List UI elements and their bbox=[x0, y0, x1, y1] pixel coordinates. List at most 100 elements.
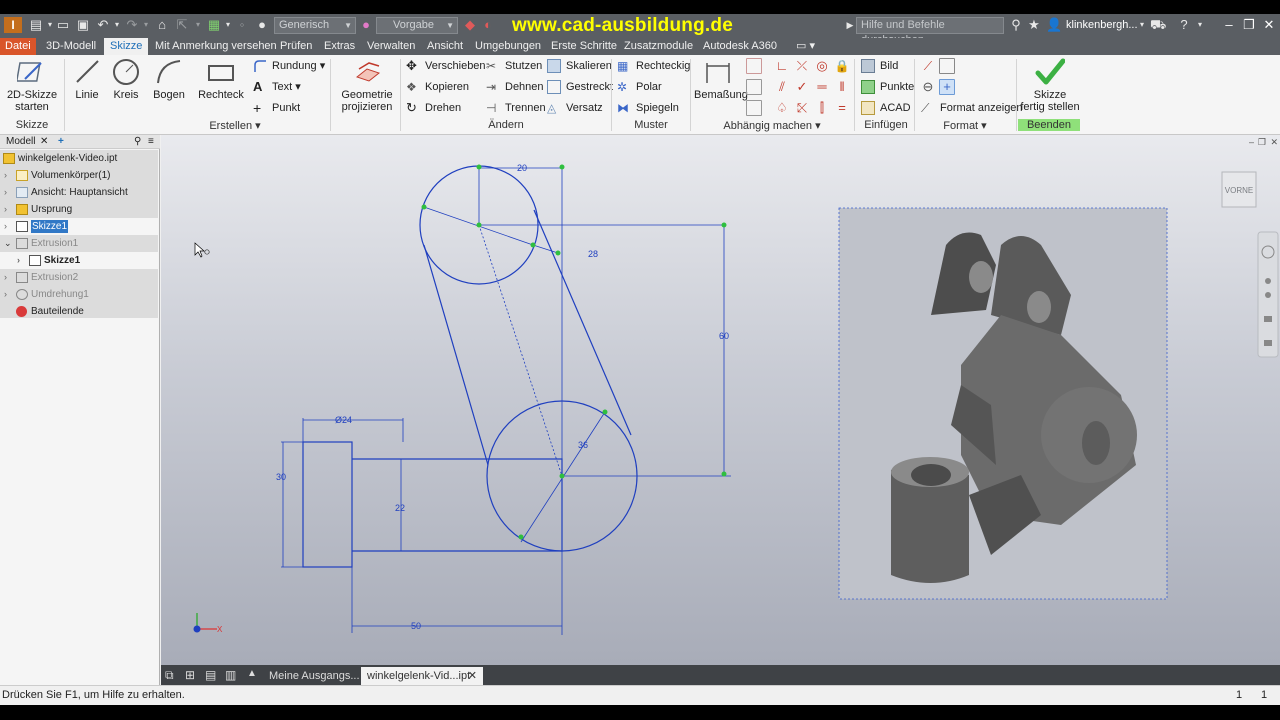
tab-datei[interactable]: Datei bbox=[0, 38, 36, 55]
material-combo[interactable]: Generisch ▼ bbox=[274, 17, 356, 34]
constraint-settings-icon[interactable] bbox=[746, 100, 762, 116]
measure-icon[interactable]: ◦ bbox=[234, 17, 250, 33]
dim-60[interactable]: 60 bbox=[719, 331, 729, 341]
fix-lock-icon[interactable]: 🔒 bbox=[834, 58, 850, 74]
tab-extras[interactable]: Extras bbox=[322, 38, 357, 55]
tab-ansicht[interactable]: Ansicht bbox=[425, 38, 465, 55]
graphics-viewport[interactable]: 20 28 60 36 Ø24 30 22 50 X VORNE – ❐ ✕ bbox=[161, 135, 1280, 665]
arrange-horizontal-icon[interactable]: ▤ bbox=[205, 668, 216, 682]
fillet-button[interactable]: Rundung ▾ bbox=[252, 57, 325, 75]
expand-chevron-icon[interactable]: › bbox=[4, 286, 7, 303]
driven-dimension-icon[interactable]: + bbox=[939, 79, 955, 95]
show-constraints-icon[interactable] bbox=[746, 79, 762, 95]
tree-item-revolve1[interactable]: › Umdrehung1 bbox=[0, 286, 158, 303]
point-button[interactable]: + Punkt bbox=[252, 99, 300, 117]
app-logo-icon[interactable]: I bbox=[4, 17, 22, 33]
center-point-icon[interactable]: ⊖ bbox=[920, 79, 936, 95]
dim-d24[interactable]: Ø24 bbox=[335, 415, 352, 425]
tree-item-extrusion2[interactable]: › Extrusion2 bbox=[0, 269, 158, 286]
expand-chevron-icon[interactable]: › bbox=[4, 201, 7, 218]
navigation-bar[interactable] bbox=[1257, 231, 1279, 358]
browser-menu-icon[interactable]: ≡ bbox=[148, 135, 154, 149]
help-dropdown-icon[interactable]: ▾ bbox=[1192, 17, 1208, 33]
text-button[interactable]: A Text ▾ bbox=[252, 78, 301, 96]
user-name[interactable]: klinkenbergh... bbox=[1066, 17, 1138, 34]
coincident-icon[interactable]: ⤫ bbox=[794, 58, 810, 74]
redo-dropdown-icon[interactable]: ▾ bbox=[138, 17, 154, 33]
construction-icon[interactable]: ⟋ bbox=[920, 58, 936, 74]
dim-50[interactable]: 50 bbox=[411, 621, 421, 631]
viewport-minimize-icon[interactable]: – bbox=[1249, 137, 1254, 147]
tree-item-origin[interactable]: › Ursprung bbox=[0, 201, 158, 218]
tree-item-solid[interactable]: › Volumenkörper(1) bbox=[0, 167, 158, 184]
rectangular-pattern-button[interactable]: ▦ Rechteckig bbox=[616, 57, 690, 75]
move-button[interactable]: ✥ Verschieben bbox=[405, 57, 486, 75]
collapse-chevron-icon[interactable]: ⌄ bbox=[4, 235, 12, 252]
viewport-restore-icon[interactable]: ❐ bbox=[1258, 137, 1266, 148]
viewcube[interactable]: VORNE bbox=[1221, 171, 1257, 208]
user-icon[interactable]: 👤 bbox=[1046, 17, 1062, 33]
material-icon[interactable]: ● bbox=[254, 17, 270, 33]
equal-icon[interactable]: = bbox=[834, 100, 850, 116]
dim-36[interactable]: 36 bbox=[578, 440, 588, 450]
arrange-vertical-icon[interactable]: ▥ bbox=[225, 668, 236, 682]
expand-chevron-icon[interactable]: › bbox=[4, 218, 7, 235]
save-icon[interactable]: ▣ bbox=[75, 17, 91, 33]
binoculars-icon[interactable]: ⚲ bbox=[1008, 17, 1024, 33]
appearance-combo[interactable]: Vorgabe ▼ bbox=[376, 17, 458, 34]
rotate-button[interactable]: ↻ Drehen bbox=[405, 99, 461, 117]
circle-button[interactable]: Kreis bbox=[110, 57, 142, 101]
tab-pruefen[interactable]: Prüfen bbox=[278, 38, 314, 55]
vertical-icon[interactable]: ‖ bbox=[834, 79, 850, 95]
adjust-icon[interactable]: ◐ bbox=[480, 17, 496, 33]
collinear-icon[interactable]: ⤪ bbox=[794, 100, 810, 116]
tab-autodesk-a360[interactable]: Autodesk A360 bbox=[701, 38, 779, 55]
finish-sketch-button[interactable]: Skizze fertig stellen bbox=[1020, 57, 1080, 113]
tree-item-sketch1-active[interactable]: › Skizze1 bbox=[0, 218, 158, 235]
tree-item-extrusion1[interactable]: ⌄ Extrusion1 bbox=[0, 235, 158, 252]
home-icon[interactable]: ⌂ bbox=[154, 17, 170, 33]
viewport-close-icon[interactable]: ✕ bbox=[1270, 137, 1278, 148]
split-button[interactable]: ⊣ Trennen bbox=[485, 99, 546, 117]
scale-button[interactable]: Skalieren bbox=[546, 57, 612, 75]
sketch-canvas[interactable]: 20 28 60 36 Ø24 30 22 50 X VORNE bbox=[161, 135, 1280, 665]
mirror-button[interactable]: ⧓ Spiegeln bbox=[616, 99, 679, 117]
expand-chevron-icon[interactable]: › bbox=[4, 269, 7, 286]
appearance-sphere-icon[interactable]: ● bbox=[358, 17, 374, 33]
rectangle-button[interactable]: Rechteck bbox=[198, 57, 244, 101]
browser-tab-close-icon[interactable]: ✕ bbox=[40, 135, 48, 149]
line-button[interactable]: Linie bbox=[70, 57, 104, 101]
auto-dimension-icon[interactable] bbox=[746, 58, 762, 74]
acad-insert-button[interactable]: ACAD bbox=[860, 99, 911, 117]
tree-item-part[interactable]: winkelgelenk-Video.ipt bbox=[0, 150, 158, 167]
tab-skizze[interactable]: Skizze bbox=[104, 38, 149, 55]
tangent-icon[interactable]: ✓ bbox=[794, 79, 810, 95]
smooth-icon[interactable]: ♤ bbox=[774, 100, 790, 116]
cart-icon[interactable]: ⛟ bbox=[1150, 17, 1166, 33]
show-format-button[interactable]: ⟋ Format anzeigen bbox=[920, 99, 1023, 117]
tree-item-sketch1-child[interactable]: › Skizze1 bbox=[0, 252, 158, 269]
group-label-abhaengig[interactable]: Abhängig machen ▾ bbox=[722, 119, 822, 132]
doc-tab-close-icon[interactable]: ✕ bbox=[468, 667, 477, 685]
cascade-windows-icon[interactable]: ⧉ bbox=[165, 668, 174, 683]
offset-button[interactable]: ◬ Versatz bbox=[546, 99, 603, 117]
stretch-button[interactable]: Gestreckt bbox=[546, 78, 613, 96]
group-label-format[interactable]: Format ▾ bbox=[930, 119, 1000, 132]
tab-list-up-icon[interactable]: ▲ bbox=[247, 668, 257, 679]
project-geometry-button[interactable]: Geometrie projizieren bbox=[338, 57, 396, 113]
expand-chevron-icon[interactable]: › bbox=[4, 167, 7, 184]
polar-pattern-button[interactable]: ✲ Polar bbox=[616, 78, 662, 96]
favorite-star-icon[interactable]: ★ bbox=[1026, 17, 1042, 33]
dim-20[interactable]: 20 bbox=[517, 163, 527, 173]
user-dropdown-icon[interactable]: ▾ bbox=[1134, 17, 1150, 33]
help-icon[interactable]: ? bbox=[1176, 17, 1192, 33]
expand-chevron-icon[interactable]: › bbox=[17, 252, 20, 269]
concentric-icon[interactable]: ◎ bbox=[814, 58, 830, 74]
dim-28[interactable]: 28 bbox=[588, 249, 598, 259]
return-dropdown-icon[interactable]: ▾ bbox=[190, 17, 206, 33]
minimize-icon[interactable]: – bbox=[1220, 16, 1238, 34]
undo-dropdown-icon[interactable]: ▾ bbox=[109, 17, 125, 33]
help-search-input[interactable]: Hilfe und Befehle durchsuchen... bbox=[856, 17, 1004, 46]
tab-verwalten[interactable]: Verwalten bbox=[365, 38, 417, 55]
open-folder-icon[interactable]: ▭ bbox=[55, 17, 71, 33]
